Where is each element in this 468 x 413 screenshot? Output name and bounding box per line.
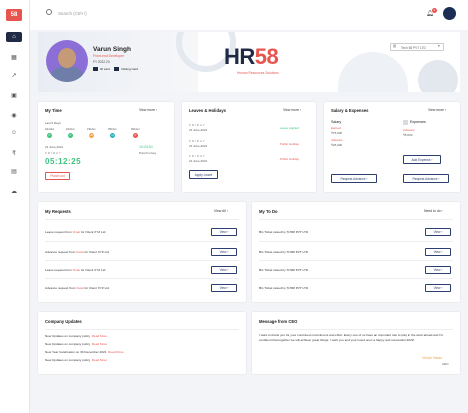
view-button[interactable]: View › bbox=[425, 248, 451, 256]
read-more-link[interactable]: Read More bbox=[92, 358, 107, 362]
read-more-link[interactable]: Read More bbox=[92, 342, 107, 346]
request-advance-button[interactable]: Request Advance › bbox=[331, 174, 377, 183]
list-item: BG Ticket raised by Tch58 PVT LTD bbox=[259, 268, 309, 272]
read-more-link[interactable]: Read More bbox=[92, 334, 107, 338]
list-item: Advance request from Vivek for Client XY… bbox=[45, 286, 109, 290]
list-item: New Year Celebration on 30 December 2021… bbox=[45, 350, 124, 354]
profile-designation: Front-end Developer bbox=[93, 54, 125, 58]
ceo-role: CEO bbox=[442, 362, 449, 366]
ceo-message-card: Message from CEO I want to thank you for… bbox=[252, 312, 460, 374]
topbar: Search (Ctrl+/) 🔔︎ 4 bbox=[30, 0, 468, 30]
view-button[interactable]: View › bbox=[211, 228, 237, 236]
rupee-icon[interactable]: ₹ bbox=[8, 148, 20, 158]
todo-card: My To Do Need to do › BG Ticket raised b… bbox=[252, 202, 460, 302]
ceo-signature: Vishal Yadav bbox=[422, 356, 443, 360]
attendance-dot: H bbox=[110, 133, 115, 138]
visiting-card-icon bbox=[114, 67, 119, 71]
dashboard-icon[interactable]: ⌂ bbox=[6, 32, 22, 42]
profile-photo bbox=[46, 40, 88, 82]
attendance-dot: P bbox=[47, 133, 52, 138]
view-more-link[interactable]: View more › bbox=[139, 108, 157, 112]
work-timer: 05:12:25 bbox=[45, 157, 82, 166]
card-title: My Time bbox=[45, 108, 62, 113]
list-item: New Updates on company policy Read More bbox=[45, 334, 108, 338]
view-more-link[interactable]: View more › bbox=[283, 108, 301, 112]
notification-badge: 4 bbox=[432, 8, 437, 13]
briefcase-icon[interactable]: ▤ bbox=[8, 166, 20, 176]
view-more-link[interactable]: View more › bbox=[428, 108, 446, 112]
attendance-dot: HD bbox=[89, 133, 94, 138]
brand-logo: HR58 bbox=[224, 44, 279, 69]
requests-card: My Requests View All › Leave request fro… bbox=[38, 202, 246, 302]
view-button[interactable]: View › bbox=[425, 228, 451, 236]
request-advance-expense-button[interactable]: Request Advance › bbox=[403, 174, 449, 183]
wallet-icon[interactable]: ▣ bbox=[8, 90, 20, 100]
chevron-down-icon: ▾ bbox=[438, 44, 440, 48]
list-item: New Updates on company policy Read More bbox=[45, 358, 108, 362]
apply-leave-button[interactable]: Apply Leave bbox=[189, 170, 218, 179]
list-item: BG Ticket raised by Tch58 PVT LTD bbox=[259, 230, 309, 234]
list-item: BG Ticket raised by Tch58 PVT LTD bbox=[259, 250, 309, 254]
company-updates-card: Company Updates New Updates on company p… bbox=[38, 312, 246, 374]
view-button[interactable]: View › bbox=[425, 284, 451, 292]
chart-icon[interactable]: ↗ bbox=[8, 70, 20, 80]
leaves-card: Leaves & Holidays View more › FRIDAY 21 … bbox=[182, 102, 316, 192]
attendance-dot: P bbox=[68, 133, 73, 138]
expense-icon bbox=[403, 120, 408, 125]
view-button[interactable]: View › bbox=[425, 266, 451, 274]
id-card-icon bbox=[93, 67, 98, 71]
read-more-link[interactable]: Read More bbox=[108, 350, 123, 354]
list-item: Leave request from Vivek for Client XYZ … bbox=[45, 268, 106, 272]
id-card-link[interactable]: ID card bbox=[100, 67, 110, 71]
avatar[interactable] bbox=[443, 7, 456, 20]
profile-name: Varun Singh bbox=[93, 46, 131, 53]
building-icon: ▥ bbox=[393, 44, 397, 48]
my-time-card: My Time View more › Last 5 Days 22ndJun … bbox=[38, 102, 174, 192]
salary-card: Salary & Expenses View more › Salary Ear… bbox=[324, 102, 460, 192]
profile-fy: FY 2022-23 bbox=[93, 60, 110, 64]
user-circle-icon[interactable]: ◉ bbox=[8, 110, 20, 120]
list-item: Advance request from Vivek for Client XY… bbox=[45, 250, 109, 254]
view-button[interactable]: View › bbox=[211, 248, 237, 256]
list-item: Leave request from Vivek for Client XYZ … bbox=[45, 230, 106, 234]
search-input[interactable]: Search (Ctrl+/) bbox=[58, 11, 87, 16]
users-icon[interactable]: ☺ bbox=[8, 128, 20, 138]
ceo-message: I want to thank you for your continued c… bbox=[259, 333, 444, 342]
view-all-link[interactable]: View All › bbox=[214, 209, 228, 213]
list-item: BG Ticket raised by Tch58 PVT LTD bbox=[259, 286, 309, 290]
calendar-icon[interactable]: ▦ bbox=[8, 52, 20, 62]
brand-tagline: Human Resources Solutions bbox=[237, 71, 279, 75]
attendance-dot: P bbox=[133, 133, 138, 138]
profile-banner: Varun Singh Front-end Developer FY 2022-… bbox=[38, 32, 460, 92]
company-select[interactable]: Tech 58 PVT LTD bbox=[390, 43, 444, 51]
list-item: New Updates on company policy Read More bbox=[45, 342, 108, 346]
add-expense-button[interactable]: Add Expense › bbox=[403, 155, 441, 164]
need-to-do-link[interactable]: Need to do › bbox=[424, 209, 443, 213]
app-logo[interactable]: 58 bbox=[6, 9, 22, 21]
search-icon[interactable] bbox=[46, 9, 52, 15]
cloud-icon[interactable]: ☁ bbox=[8, 186, 20, 196]
sidebar: 58 ⌂ ▦ ↗ ▣ ◉ ☺ ₹ ▤ ☁ bbox=[0, 0, 30, 413]
view-button[interactable]: View › bbox=[211, 266, 237, 274]
view-button[interactable]: View › bbox=[211, 284, 237, 292]
visiting-card-link[interactable]: Visiting Card bbox=[121, 67, 138, 71]
punch-out-button[interactable]: Punch out bbox=[45, 172, 70, 180]
